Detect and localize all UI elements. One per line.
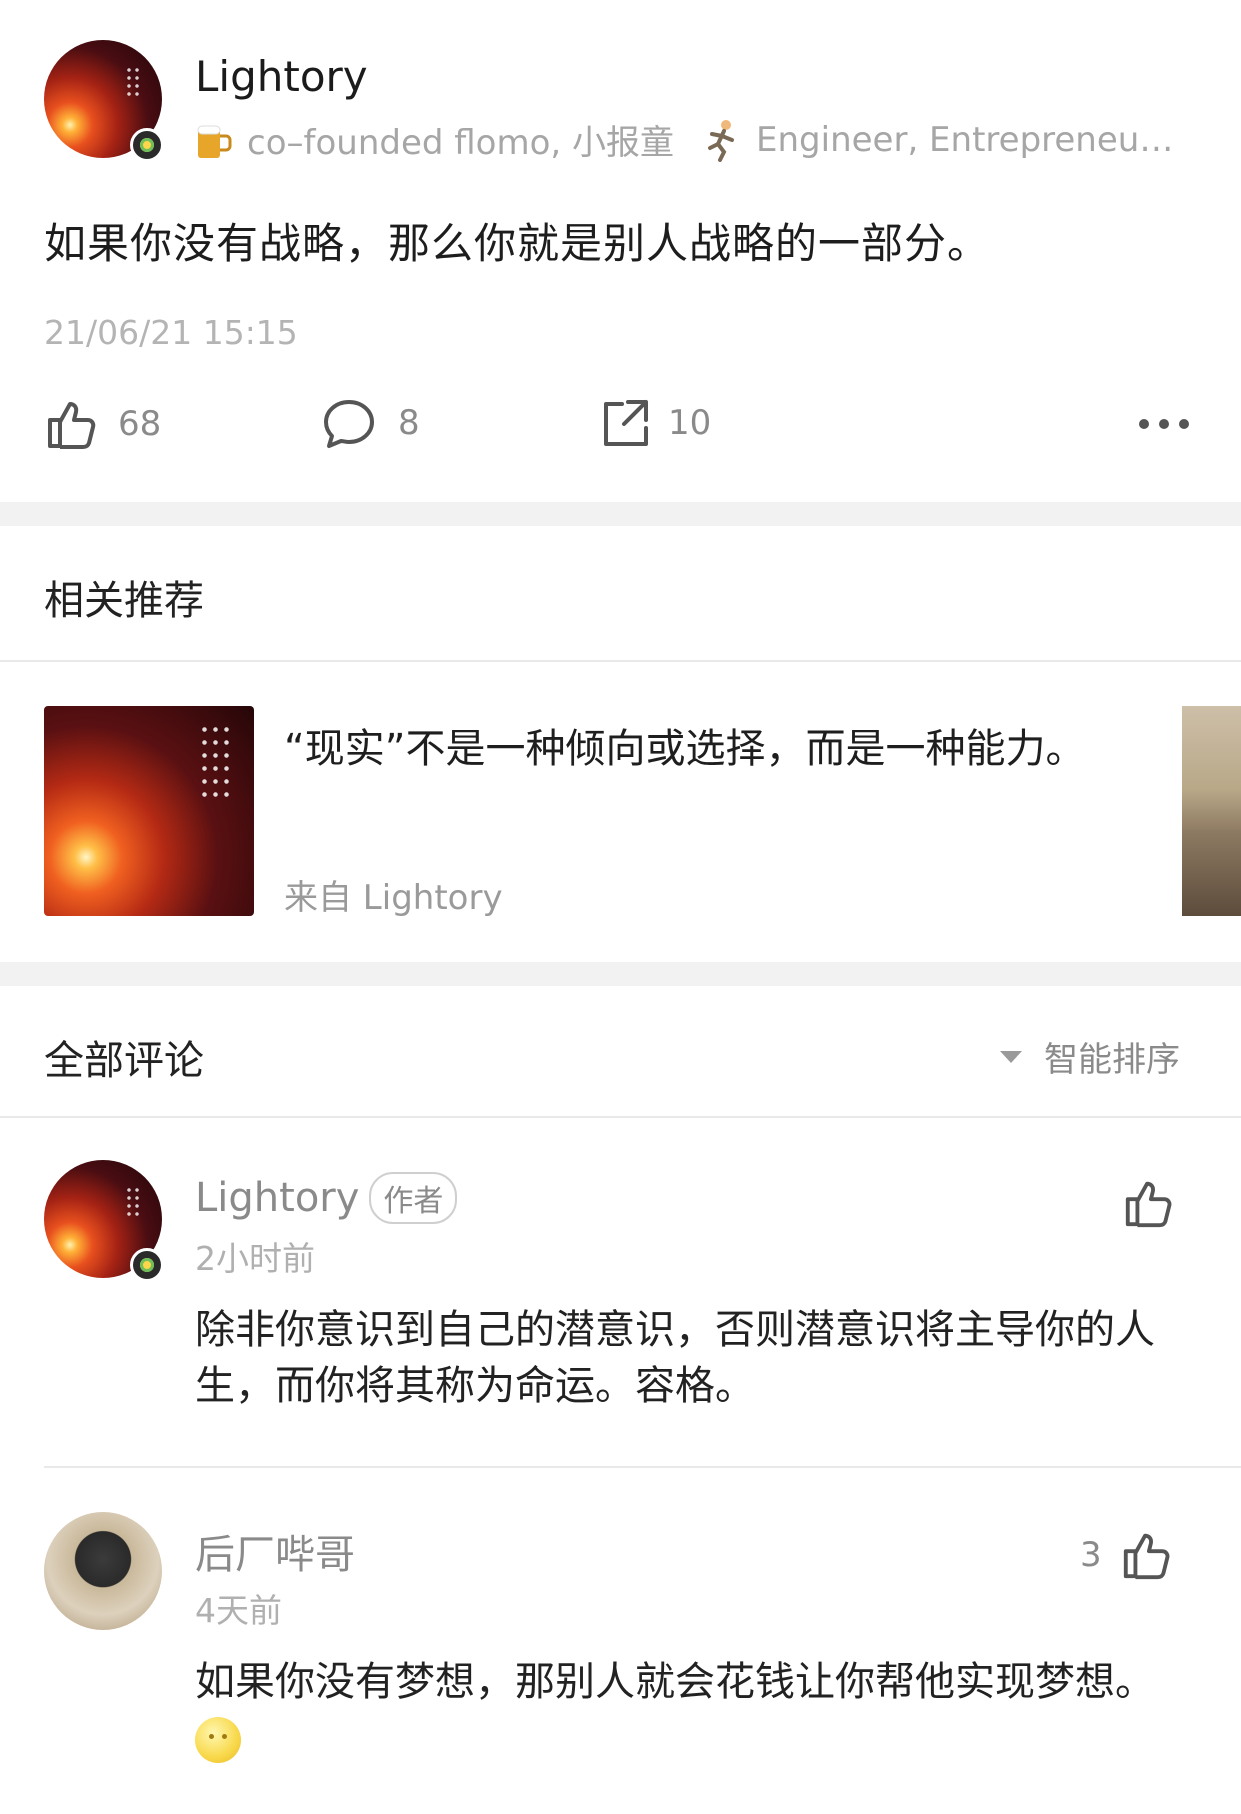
comment-text: 除非你意识到自己的潜意识，否则潜意识将主导你的人生，而你将其称为命运。容格。 (195, 1307, 1155, 1409)
bio-text-2: Engineer, Entrepreneu… (756, 119, 1174, 160)
comment-item: Lightory 作者 2小时前 除非你意识到自己的潜意识，否则潜意识将主导你的… (0, 1160, 1241, 1460)
author-tag: 作者 (369, 1172, 458, 1224)
like-button[interactable]: 68 (44, 396, 161, 452)
speech-bubble-icon (322, 396, 376, 450)
person-running-icon (700, 118, 744, 162)
post-content: 如果你没有战略，那么你就是别人战略的一部分。 (44, 219, 991, 268)
author-name[interactable]: Lightory (195, 52, 368, 101)
more-button[interactable] (1134, 414, 1194, 434)
beer-mug-icon (195, 120, 233, 160)
comment-text: 如果你没有梦想，那别人就会花钱让你帮他实现梦想。 (195, 1654, 1195, 1766)
comment-time: 4天前 (195, 1591, 282, 1630)
section-separator (0, 962, 1241, 986)
verified-badge-icon (130, 128, 164, 162)
author-bio: co–founded flomo, 小报童 Engineer, Entrepre… (195, 115, 1173, 164)
commenter-name[interactable]: Lightory (195, 1175, 359, 1221)
recommend-source: 来自 Lightory (284, 878, 503, 918)
comment-like-button[interactable] (1122, 1176, 1176, 1230)
share-button[interactable]: 10 (598, 396, 711, 450)
divider (0, 1116, 1241, 1118)
thumbs-up-icon (1123, 1533, 1170, 1580)
verified-badge-icon (130, 1248, 164, 1282)
post-timestamp: 21/06/21 15:15 (44, 313, 298, 352)
recommend-thumbnail (44, 706, 254, 916)
comment-like-button[interactable]: 3 (1080, 1528, 1174, 1582)
more-dots-icon (1139, 419, 1189, 429)
comments-title: 全部评论 (44, 1038, 204, 1084)
comment-time: 2小时前 (195, 1239, 315, 1278)
thumbs-up-icon (44, 396, 100, 452)
share-icon (598, 396, 652, 450)
sort-dropdown[interactable]: 智能排序 (998, 1032, 1180, 1081)
recommend-text: “现实”不是一种倾向或选择，而是一种能力。 (284, 726, 1086, 772)
recommend-card[interactable]: “现实”不是一种倾向或选择，而是一种能力。 来自 Lightory (44, 706, 1164, 918)
caret-down-icon (1000, 1050, 1022, 1063)
divider (0, 660, 1241, 662)
comment-button[interactable]: 8 (322, 396, 420, 450)
sort-label: 智能排序 (1044, 1040, 1180, 1080)
recommend-title: 相关推荐 (44, 578, 204, 624)
comment-text-content: 如果你没有梦想，那别人就会花钱让你帮他实现梦想。 (195, 1659, 1155, 1705)
comment-count: 8 (398, 403, 420, 443)
commenter-header: Lightory 作者 (195, 1172, 458, 1224)
commenter-avatar[interactable] (44, 1512, 162, 1630)
bio-text-1: co–founded flomo, 小报童 (247, 123, 675, 163)
divider (44, 1466, 1241, 1468)
comment-like-count: 3 (1080, 1535, 1102, 1575)
moon-face-emoji-icon (195, 1717, 241, 1763)
section-separator (0, 502, 1241, 526)
recommend-next-thumbnail[interactable] (1182, 706, 1241, 916)
like-count: 68 (118, 404, 162, 444)
comment-item: 后厂哔哥 4天前 3 如果你没有梦想，那别人就会花钱让你帮他实现梦想。 (0, 1512, 1241, 1812)
thumbs-up-icon (1125, 1181, 1172, 1228)
commenter-name[interactable]: 后厂哔哥 (195, 1522, 355, 1580)
share-count: 10 (668, 403, 712, 443)
